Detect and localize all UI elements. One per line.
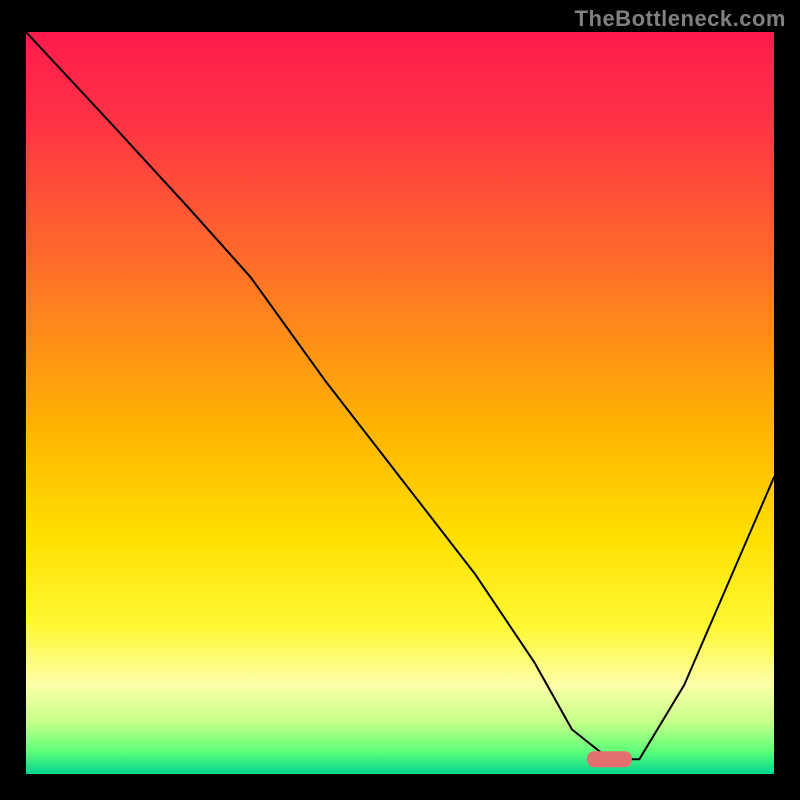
chart-container: TheBottleneck.com: [0, 0, 800, 800]
gradient-background: [26, 32, 774, 774]
plot-area: [26, 32, 774, 774]
optimal-marker: [587, 751, 632, 767]
chart-svg: [26, 32, 774, 774]
watermark: TheBottleneck.com: [575, 6, 786, 32]
